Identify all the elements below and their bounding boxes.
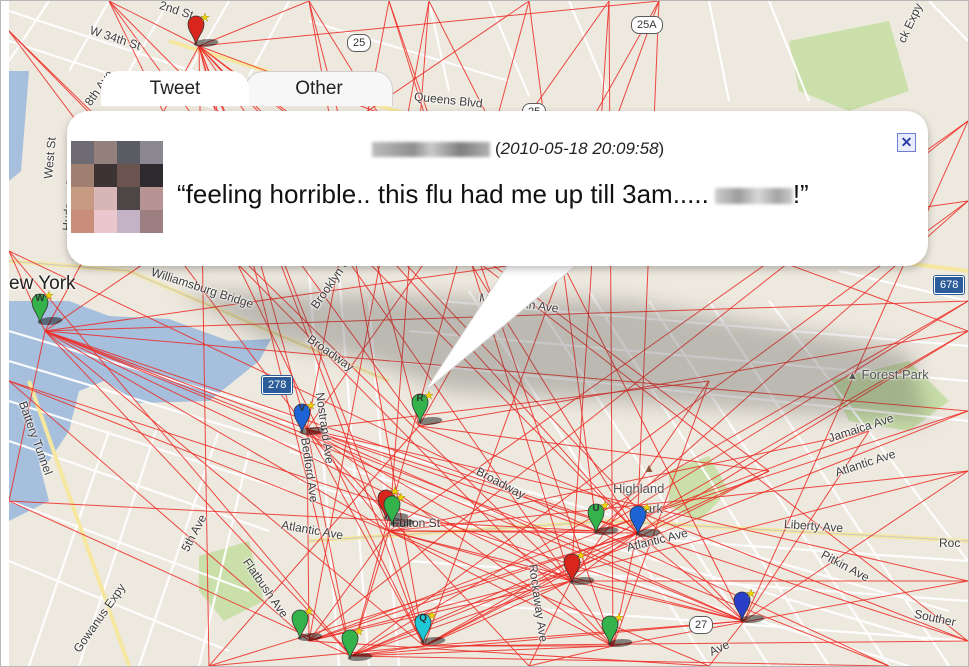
map-view[interactable]: ew York W 34th St 8th Ave West St Hudson… <box>9 1 968 666</box>
tab-tweet[interactable]: Tweet <box>101 71 249 106</box>
username-redacted <box>372 142 490 157</box>
tweet-body: “feeling horrible.. this flu had me up t… <box>177 179 709 209</box>
tab-other[interactable]: Other <box>245 71 393 106</box>
tweet-end: !” <box>792 179 809 209</box>
map-frame: ew York W 34th St 8th Ave West St Hudson… <box>0 0 969 667</box>
close-icon[interactable]: ✕ <box>897 133 916 152</box>
tweet-text: “feeling horrible.. this flu had me up t… <box>177 179 809 210</box>
redacted-name <box>714 188 793 205</box>
avatar <box>71 141 163 233</box>
info-window: (2010-05-18 20:09:58) “feeling horrible.… <box>67 111 928 266</box>
timestamp-value: 2010-05-18 20:09:58 <box>500 139 659 158</box>
tweet-timestamp: (2010-05-18 20:09:58) <box>495 139 665 158</box>
